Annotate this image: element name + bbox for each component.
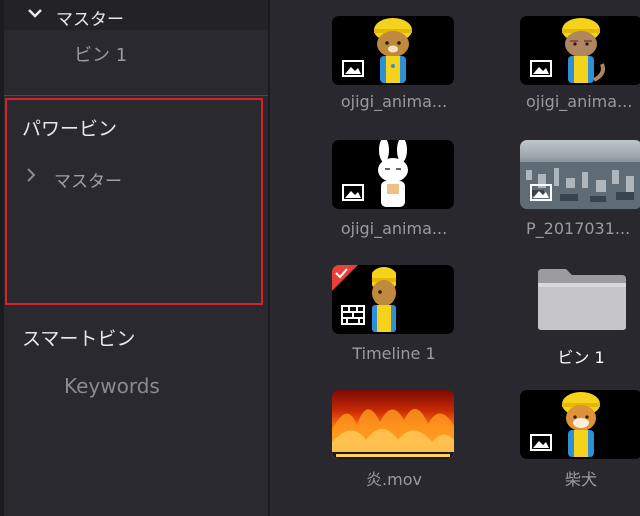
clip-name: ojigi_anima...: [526, 92, 633, 111]
folder-name: ビン 1: [557, 348, 605, 367]
helmet-dog-character: [562, 392, 600, 457]
section-divider: [4, 95, 268, 96]
clip-name: 炎.mov: [366, 470, 422, 489]
master-bin-header[interactable]: マスター: [4, 0, 268, 30]
timeline-thumbnail[interactable]: Timeline 1: [332, 265, 456, 365]
media-pool-grid: ojigi_anima... ojigi_anima... ojigi_anim…: [270, 0, 640, 516]
chevron-right-icon[interactable]: [26, 167, 36, 183]
power-bin-item-master[interactable]: マスター: [26, 163, 226, 193]
clip-thumbnail[interactable]: ojigi_anima...: [520, 16, 640, 116]
smart-bin-title: スマートビン: [22, 328, 136, 350]
clip-name: ojigi_anima...: [340, 219, 448, 238]
rabbit-character: [378, 140, 408, 207]
smart-bin-item-keywords[interactable]: Keywords: [64, 374, 160, 398]
master-bin-label: マスター: [56, 10, 124, 30]
checkmark-badge-icon: [332, 265, 358, 291]
power-bin-title: パワービン: [22, 118, 118, 140]
bin-list-panel: マスター ビン 1 パワービン マスター スマートビン Keywords: [0, 0, 268, 516]
clip-name: 柴犬: [564, 470, 597, 489]
clip-thumbnail[interactable]: 炎.mov: [332, 390, 456, 490]
chevron-down-icon[interactable]: [28, 8, 42, 19]
helmet-cat-character: [562, 18, 605, 83]
timeline-icon: [341, 305, 365, 325]
image-icon: [530, 184, 552, 201]
helmet-bear-character: [374, 18, 412, 83]
clip-thumbnail[interactable]: P_2017031...: [520, 140, 640, 240]
image-icon: [342, 60, 364, 77]
image-icon: [342, 184, 364, 201]
image-icon: [530, 434, 552, 451]
folder-icon: [538, 269, 626, 330]
panel-edge: [0, 0, 4, 516]
fire-video-frame: [332, 408, 454, 459]
bin-folder[interactable]: ビン 1: [520, 265, 640, 367]
bin-1-item[interactable]: ビン 1: [74, 41, 127, 67]
helmet-bear-character: [372, 267, 396, 332]
clip-thumbnail[interactable]: ojigi_anima...: [332, 16, 456, 116]
clip-thumbnail[interactable]: 柴犬: [520, 390, 640, 490]
clip-thumbnail[interactable]: ojigi_anima...: [332, 140, 456, 240]
clip-name: P_2017031...: [526, 219, 631, 238]
power-bin-item-label: マスター: [54, 172, 122, 192]
clip-name: ojigi_anima...: [340, 92, 448, 111]
timeline-name: Timeline 1: [352, 344, 436, 363]
image-icon: [530, 60, 552, 77]
